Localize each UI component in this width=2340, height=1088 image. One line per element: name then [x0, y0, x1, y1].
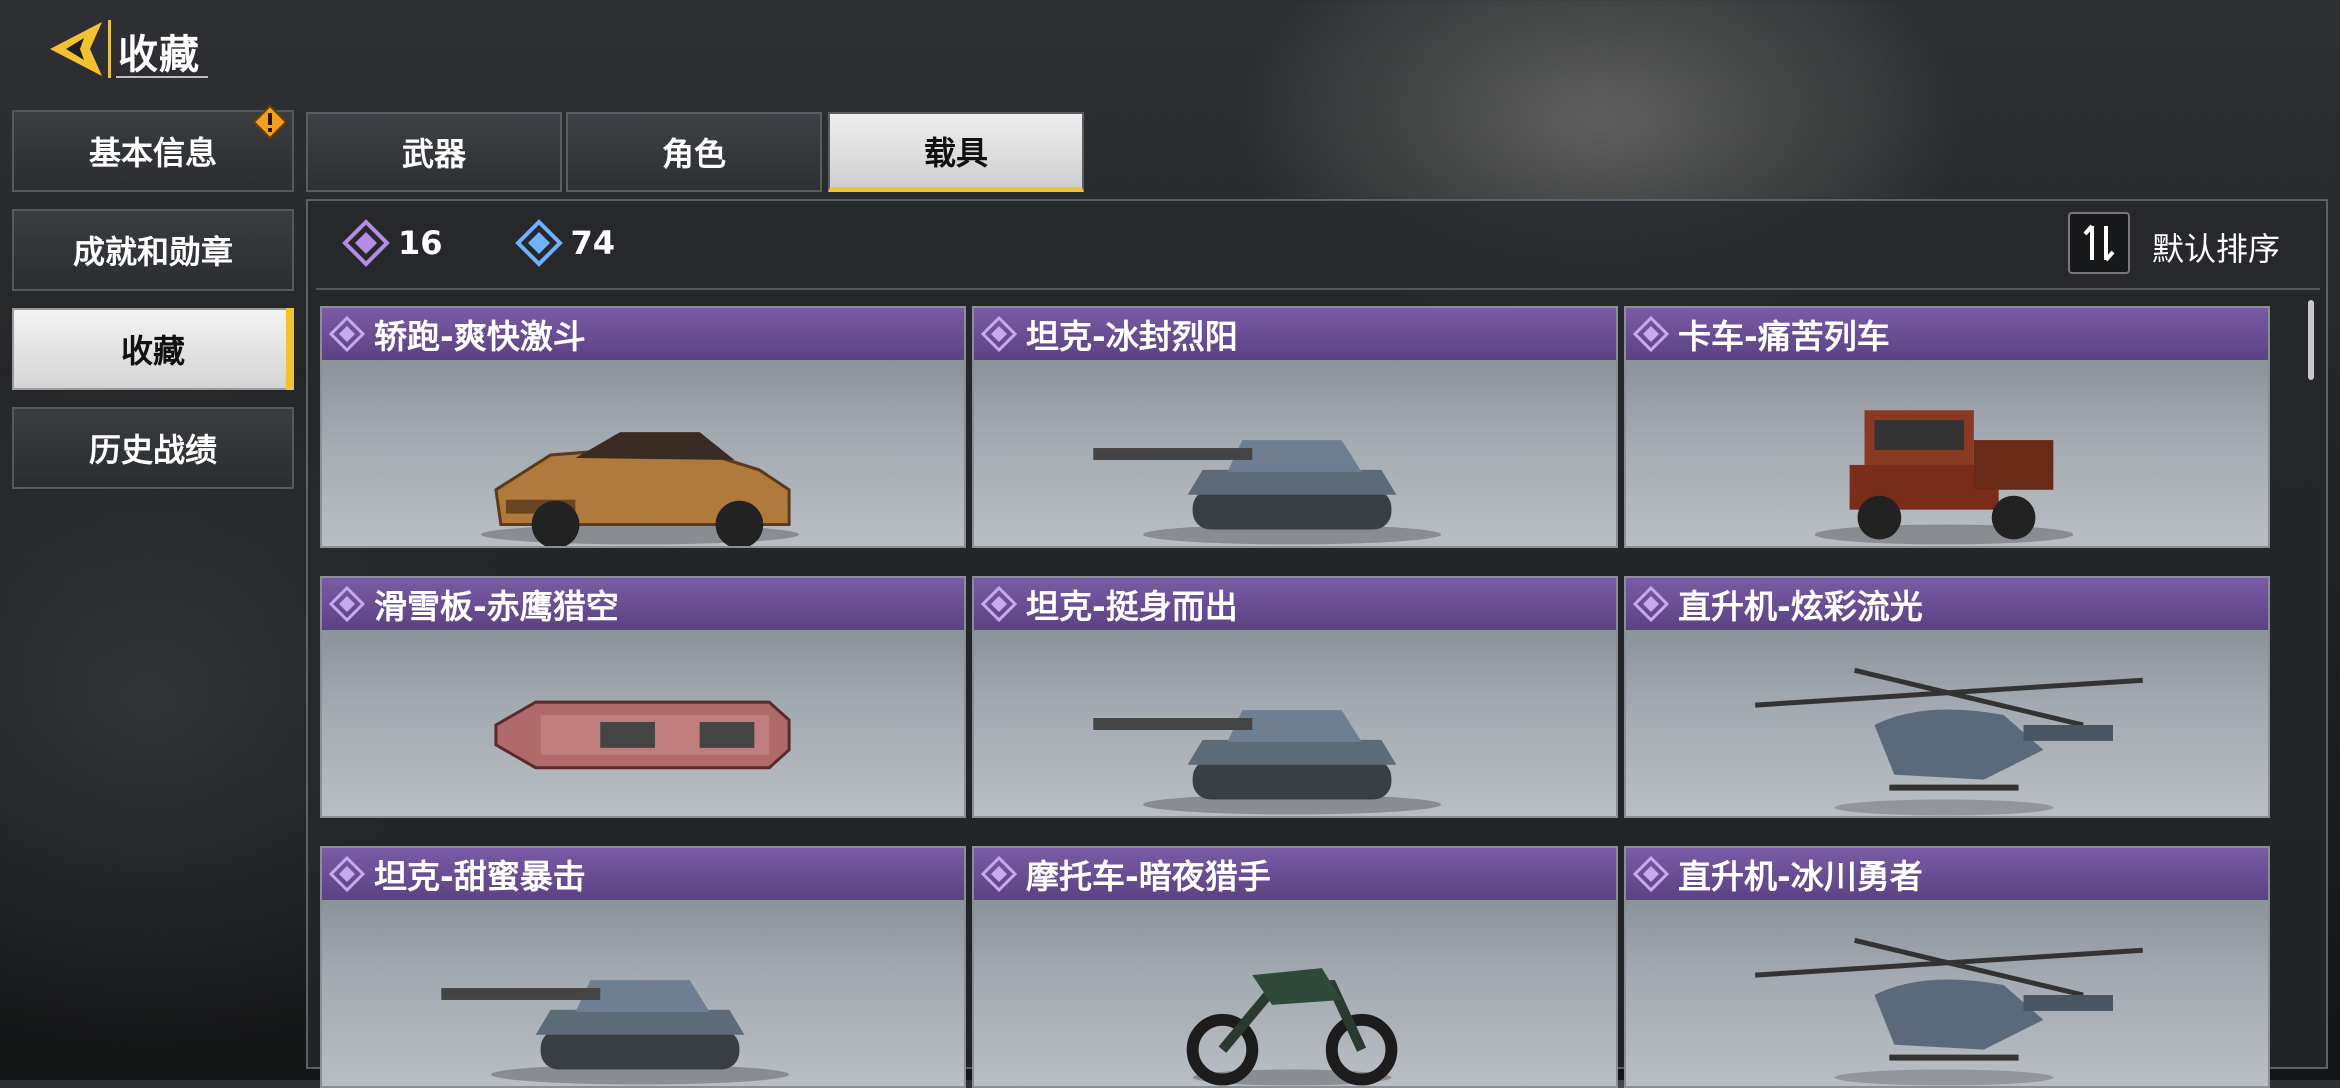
- back-arrow-icon[interactable]: [44, 18, 106, 80]
- helicopter-image: [1755, 667, 2143, 816]
- vehicle-card[interactable]: 直升机-炫彩流光: [1624, 576, 2270, 818]
- vehicle-card[interactable]: 坦克-冰封烈阳: [972, 306, 1618, 548]
- sidebar-item-collection[interactable]: 收藏: [12, 308, 294, 390]
- vehicle-card[interactable]: 坦克-挺身而出: [972, 576, 1618, 818]
- vehicle-name: 直升机-冰川勇者: [1678, 857, 1923, 896]
- card-header: 卡车-痛苦列车: [1626, 308, 2268, 360]
- sidebar-item-label: 基本信息: [88, 134, 217, 172]
- purple-count-value: 16: [398, 224, 443, 262]
- blue-count: 74: [514, 219, 616, 267]
- tab-characters[interactable]: 角色: [566, 112, 822, 192]
- tab-label: 武器: [401, 135, 466, 173]
- purple-diamond-icon: [328, 585, 366, 623]
- blue-diamond-icon: [514, 219, 563, 267]
- header-divider: [108, 20, 111, 78]
- card-header: 直升机-炫彩流光: [1626, 578, 2268, 630]
- vehicle-card[interactable]: 坦克-甜蜜暴击: [320, 846, 966, 1088]
- card-header: 坦克-冰封烈阳: [974, 308, 1616, 360]
- scrollbar[interactable]: [2308, 300, 2314, 380]
- purple-diamond-icon: [1632, 585, 1670, 623]
- vehicle-card[interactable]: 轿跑-爽快激斗: [320, 306, 966, 548]
- sidebar-item-label: 收藏: [120, 332, 185, 370]
- purple-diamond-icon: [328, 855, 366, 893]
- card-header: 坦克-挺身而出: [974, 578, 1616, 630]
- alert-icon: [252, 104, 288, 140]
- motorcycle-image: [1186, 968, 1398, 1086]
- tab-weapons[interactable]: 武器: [306, 112, 562, 192]
- tab-label: 角色: [661, 135, 726, 173]
- purple-diamond-icon: [1632, 855, 1670, 893]
- vehicle-card[interactable]: 摩托车-暗夜猎手: [972, 846, 1618, 1088]
- purple-diamond-icon: [980, 855, 1018, 893]
- tab-vehicles[interactable]: 载具: [828, 112, 1084, 192]
- title-underline: [116, 76, 208, 78]
- card-header: 滑雪板-赤鹰猎空: [322, 578, 964, 630]
- vehicle-name: 卡车-痛苦列车: [1678, 317, 1890, 356]
- car-image: [481, 432, 800, 546]
- rarity-counts: 16 74: [306, 212, 687, 274]
- card-header: 轿跑-爽快激斗: [322, 308, 964, 360]
- vehicle-name: 滑雪板-赤鹰猎空: [374, 587, 619, 626]
- vehicle-name: 坦克-甜蜜暴击: [374, 857, 586, 896]
- truck-image: [1814, 410, 2074, 545]
- vehicle-card[interactable]: 直升机-冰川勇者: [1624, 846, 2270, 1088]
- tank-image: [441, 980, 790, 1085]
- card-header: 坦克-甜蜜暴击: [322, 848, 964, 900]
- tank-image: [1093, 710, 1442, 815]
- sidebar-item-label: 历史战绩: [88, 431, 217, 469]
- tank-image: [1093, 440, 1442, 545]
- vehicle-name: 坦克-挺身而出: [1026, 587, 1238, 626]
- page-title: 收藏: [118, 32, 200, 78]
- card-header: 直升机-冰川勇者: [1626, 848, 2268, 900]
- divider: [316, 288, 2320, 290]
- sidebar-item-achievements[interactable]: 成就和勋章: [12, 209, 294, 291]
- helicopter-image: [1755, 937, 2143, 1086]
- card-header: 摩托车-暗夜猎手: [974, 848, 1616, 900]
- snowboard-image: [494, 700, 791, 770]
- vehicle-card[interactable]: 滑雪板-赤鹰猎空: [320, 576, 966, 818]
- purple-diamond-icon: [980, 585, 1018, 623]
- vehicle-name: 坦克-冰封烈阳: [1026, 317, 1238, 356]
- purple-diamond-icon: [328, 315, 366, 353]
- blue-count-value: 74: [570, 224, 616, 262]
- sort-icon: [2083, 224, 2115, 262]
- purple-diamond-icon: [980, 315, 1018, 353]
- sidebar-item-history[interactable]: 历史战绩: [12, 407, 294, 489]
- sort-button[interactable]: [2068, 212, 2130, 274]
- purple-count: 16: [342, 219, 443, 267]
- sidebar-item-label: 成就和勋章: [72, 233, 233, 271]
- purple-diamond-icon: [1632, 315, 1670, 353]
- vehicle-card[interactable]: 卡车-痛苦列车: [1624, 306, 2270, 548]
- vehicle-name: 轿跑-爽快激斗: [374, 317, 586, 356]
- vehicle-name: 摩托车-暗夜猎手: [1026, 857, 1271, 896]
- tab-label: 载具: [923, 133, 988, 172]
- sort-label: 默认排序: [2152, 230, 2281, 268]
- vehicle-name: 直升机-炫彩流光: [1678, 587, 1923, 626]
- purple-diamond-icon: [342, 219, 390, 267]
